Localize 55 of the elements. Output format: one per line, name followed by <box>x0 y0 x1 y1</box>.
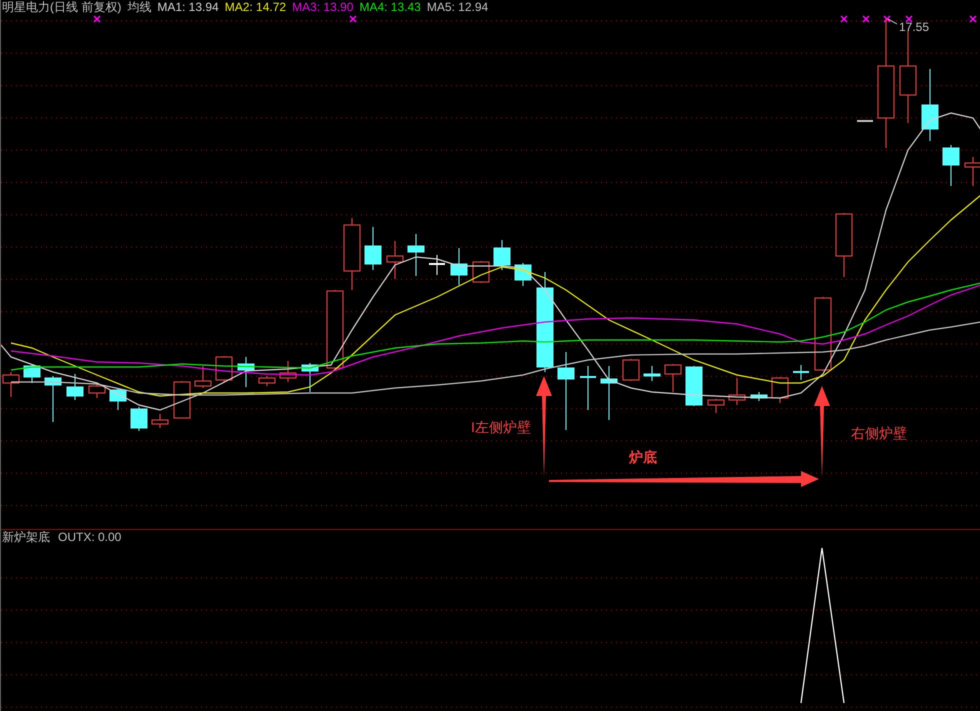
chart-title: 明星电力(日线 前复权) <box>2 0 122 14</box>
candlestick <box>408 234 424 276</box>
candlestick <box>836 212 852 278</box>
candlestick <box>429 254 445 276</box>
x-marker-icon <box>862 15 870 23</box>
candlestick <box>728 378 746 406</box>
annotation-label: I左侧炉壁 <box>471 419 531 435</box>
moving-average-value: MA3: 13.90 <box>292 0 354 14</box>
candlestick <box>644 366 660 382</box>
candlestick <box>600 366 618 420</box>
candlestick <box>364 226 382 270</box>
annotation-label: 右侧炉壁 <box>851 425 907 441</box>
candlestick <box>194 366 212 388</box>
candlestick <box>280 360 296 382</box>
x-marker-icon <box>883 15 891 23</box>
moving-average-value: MA2: 14.72 <box>224 0 286 14</box>
indicator-reading: OUTX: 0.00 <box>58 530 122 545</box>
price-label: 17.55 <box>888 18 930 34</box>
candlestick <box>514 262 532 286</box>
candlestick <box>664 364 682 392</box>
annotation-label: 炉底 <box>629 449 657 465</box>
x-marker-icon <box>93 15 101 23</box>
candlestick <box>302 362 318 392</box>
candlestick <box>66 374 84 400</box>
candlestick <box>793 364 809 380</box>
candlestick <box>708 398 724 414</box>
candlestick <box>174 380 190 418</box>
candlestick <box>44 376 62 422</box>
candlestick <box>110 388 126 410</box>
x-marker-icon <box>349 15 357 23</box>
candlestick <box>2 372 20 398</box>
candlestick <box>494 240 510 270</box>
candlestick <box>580 366 596 410</box>
candlestick <box>130 406 148 432</box>
candlestick <box>152 414 168 428</box>
candlestick <box>772 376 788 404</box>
candlestick <box>450 248 468 286</box>
moving-average-value: MA1: 13.94 <box>157 0 219 14</box>
indicator-title: 新炉架底 <box>2 530 50 545</box>
moving-average-value: MA4: 13.43 <box>359 0 421 14</box>
candlestick <box>238 356 254 388</box>
candlestick <box>386 240 404 280</box>
candlestick <box>857 120 873 122</box>
x-marker-icon <box>905 15 913 23</box>
candlestick <box>24 364 40 384</box>
candlestick <box>216 356 232 382</box>
candlestick <box>622 358 640 382</box>
x-marker-icon <box>969 15 977 23</box>
candlestick <box>942 144 960 186</box>
candlestick <box>258 376 276 386</box>
x-marker-icon <box>840 15 848 23</box>
indicator-name: 均线 <box>127 0 152 14</box>
moving-average-value: MA5: 12.94 <box>426 0 488 14</box>
candlestick <box>686 366 702 406</box>
candlestick <box>88 384 106 398</box>
